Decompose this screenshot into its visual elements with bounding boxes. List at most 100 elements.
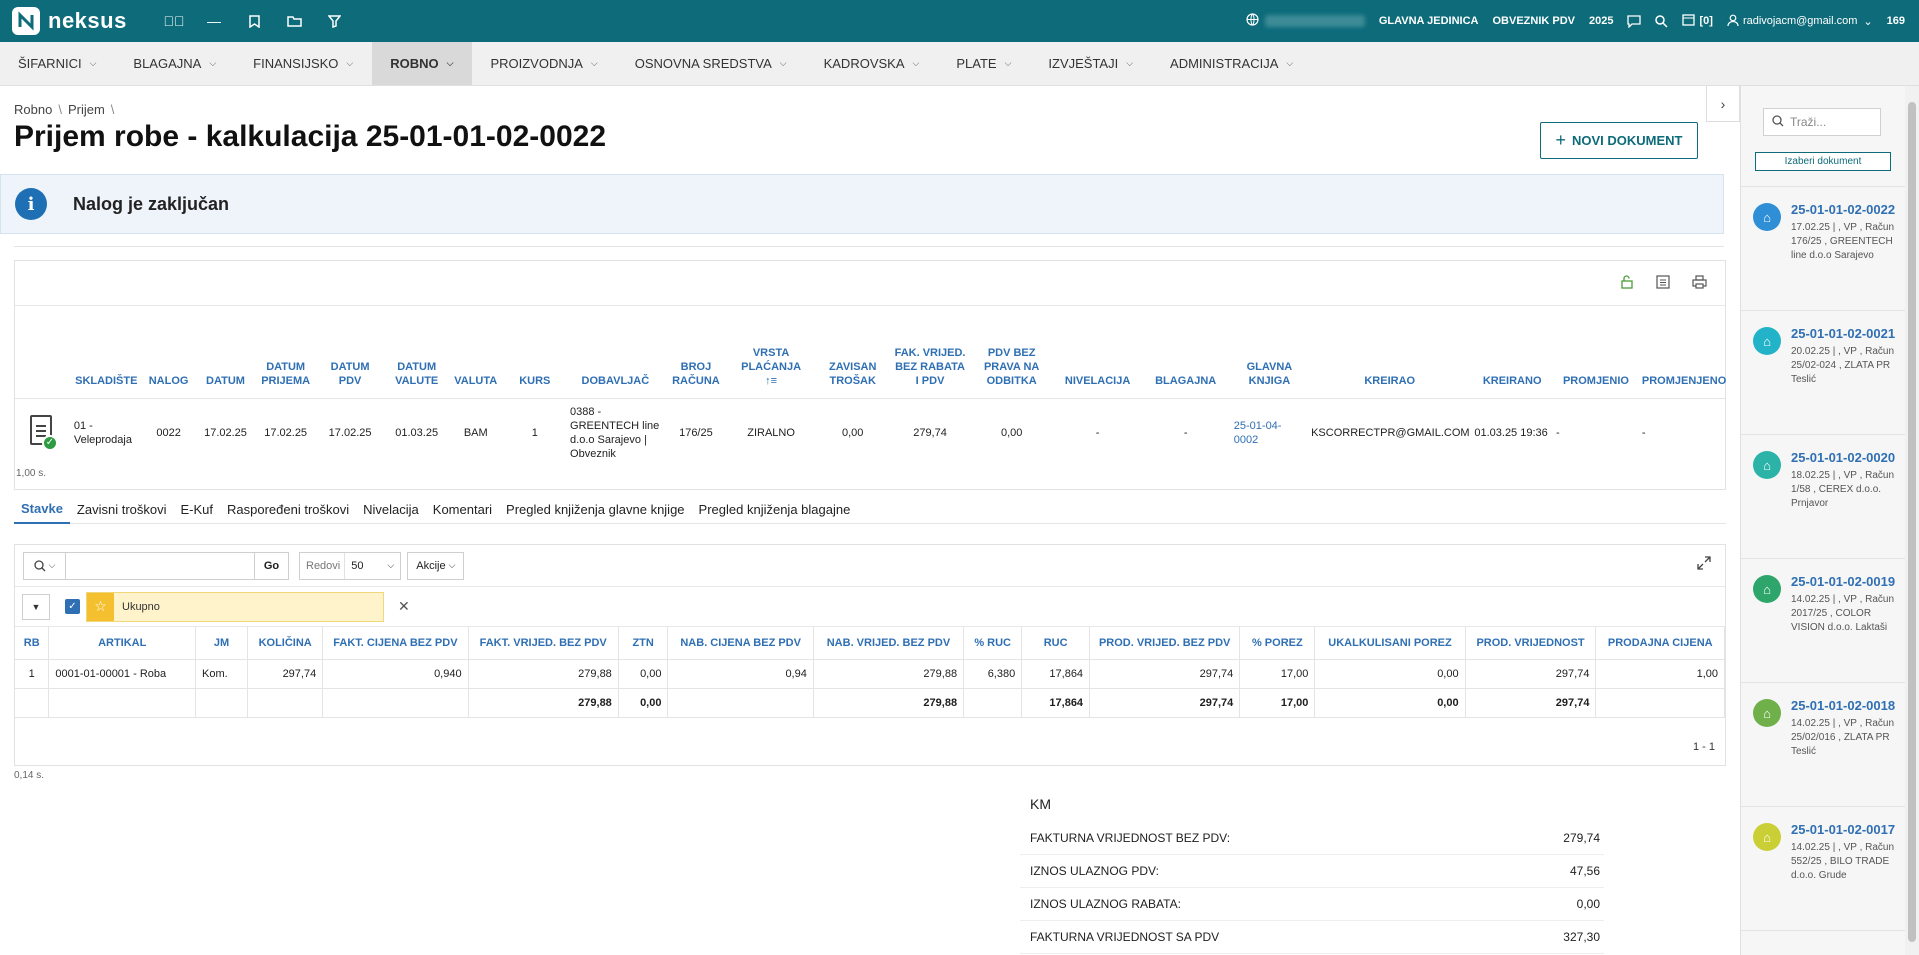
col-datum-prijema[interactable]: DATUM PRIJEMA xyxy=(255,306,316,399)
nav-sifarnici[interactable]: ŠIFARNICI ⌵ xyxy=(0,42,115,85)
print-icon[interactable] xyxy=(1687,271,1711,293)
col-fakt-vrijed[interactable]: FAKT. VRIJED. BEZ PDV xyxy=(468,627,619,660)
list-item-title[interactable]: 25-01-01-02-0017 xyxy=(1791,821,1897,838)
col-datum-valute[interactable]: DATUM VALUTE xyxy=(384,306,449,399)
col-kreirao[interactable]: KREIRAO xyxy=(1308,306,1472,399)
nav-kadrovska[interactable]: KADROVSKA ⌵ xyxy=(806,42,939,85)
choose-document-button[interactable]: Izaberi dokument xyxy=(1755,152,1891,171)
col-glavna-knjiga[interactable]: GLAVNA KNJIGA xyxy=(1230,306,1309,399)
list-item[interactable]: ⌂ 25-01-01-02-0020 18.02.25 | , VP , Raču… xyxy=(1741,435,1905,559)
breadcrumb-robno[interactable]: Robno xyxy=(14,102,52,117)
filter-toggle-button[interactable]: ▼ xyxy=(22,593,50,620)
col-kurs[interactable]: KURS xyxy=(502,306,568,399)
col-promjenjeno[interactable]: PROMJENJENO xyxy=(1638,306,1726,399)
nav-osnovna-sredstva[interactable]: OSNOVNA SREDSTVA ⌵ xyxy=(617,42,806,85)
nav-blagajna[interactable]: BLAGAJNA ⌵ xyxy=(115,42,235,85)
col-prodajna-cijena[interactable]: PRODAJNA CIJENA xyxy=(1595,627,1725,660)
col-skladiste[interactable]: SKLADIŠTE xyxy=(70,306,142,399)
col-ruc[interactable]: RUC xyxy=(1021,627,1091,660)
panel-search[interactable]: Traži... xyxy=(1763,108,1881,136)
breadcrumb-prijem[interactable]: Prijem xyxy=(68,102,105,117)
filter-enabled-checkbox[interactable]: ✓ xyxy=(65,599,80,614)
unlock-icon[interactable] xyxy=(1615,271,1639,293)
list-item[interactable]: ⌂ 25-01-01-02-0019 14.02.25 | , VP , Raču… xyxy=(1741,559,1905,683)
tab-komentari[interactable]: Komentari xyxy=(426,494,499,524)
rows-per-page[interactable]: Redovi 50 ⌵ xyxy=(299,551,402,580)
folder-icon[interactable] xyxy=(274,0,314,42)
list-item-title[interactable]: 25-01-01-02-0018 xyxy=(1791,697,1897,714)
go-button[interactable]: Go xyxy=(254,552,288,579)
saved-report-chip[interactable]: ☆ Ukupno xyxy=(86,591,384,622)
year-selector[interactable]: 2025 xyxy=(1589,15,1613,27)
col-valuta[interactable]: VALUTA xyxy=(448,306,503,399)
tab-nivelacija[interactable]: Nivelacija xyxy=(356,494,426,524)
col-porez-pct[interactable]: % POREZ xyxy=(1239,627,1316,660)
dropdown-box-icon[interactable]: ▾⃞ xyxy=(154,0,194,42)
list-icon[interactable] xyxy=(1651,271,1675,293)
rows-select[interactable]: 50 ⌵ xyxy=(344,552,400,579)
nav-izvjestaji[interactable]: IZVJEŠTAJI ⌵ xyxy=(1030,42,1152,85)
list-item-title[interactable]: 25-01-01-02-0021 xyxy=(1791,325,1897,342)
col-datum[interactable]: DATUM xyxy=(195,306,256,399)
list-item-title[interactable]: 25-01-01-02-0019 xyxy=(1791,573,1897,590)
col-kreirano[interactable]: KREIRANO xyxy=(1471,306,1553,399)
fullscreen-icon[interactable] xyxy=(1697,556,1711,573)
col-ztn[interactable]: ZTN xyxy=(618,627,669,660)
vat-status[interactable]: OBVEZNIK PDV xyxy=(1492,15,1575,27)
col-fakt-cijena[interactable]: FAKT. CIJENA BEZ PDV xyxy=(322,627,469,660)
col-prod-vrijednost[interactable]: PROD. VRIJEDNOST xyxy=(1465,627,1597,660)
table-row[interactable]: ✓ 01 - Veleprodaja 0022 17.02.25 17.02.2… xyxy=(15,398,1725,468)
col-jm[interactable]: JM xyxy=(195,627,249,660)
nav-finansijsko[interactable]: FINANSIJSKO ⌵ xyxy=(235,42,372,85)
tab-pregled-glavne-knjige[interactable]: Pregled knjiženja glavne knjige xyxy=(499,494,692,524)
col-pdv-bez-prava[interactable]: PDV BEZ PRAVA NA ODBITKA xyxy=(968,306,1055,399)
col-nab-vrijed[interactable]: NAB. VRIJED. BEZ PDV xyxy=(813,627,965,660)
collapse-panel-button[interactable]: › xyxy=(1706,86,1740,122)
tab-e-kuf[interactable]: E-Kuf xyxy=(174,494,221,524)
page-scrollbar[interactable] xyxy=(1905,86,1919,955)
col-promjenio[interactable]: PROMJENIO xyxy=(1552,306,1639,399)
close-icon[interactable]: ✕ xyxy=(398,598,410,615)
col-rb[interactable]: RB xyxy=(15,627,50,660)
nav-proizvodnja[interactable]: PROIZVODNJA ⌵ xyxy=(472,42,616,85)
list-item[interactable]: ⌂ 25-01-01-02-0018 14.02.25 | , VP , Raču… xyxy=(1741,683,1905,807)
notifications[interactable]: [0] xyxy=(1682,13,1713,29)
col-ruc-pct[interactable]: % RUC xyxy=(963,627,1023,660)
col-dobavljac[interactable]: DOBAVLJAČ xyxy=(567,306,664,399)
list-item[interactable]: ⌂ 25-01-01-02-0017 14.02.25 | , VP , Raču… xyxy=(1741,807,1905,931)
list-item[interactable]: ⌂ 25-01-01-02-0022 17.02.25 | , VP , Raču… xyxy=(1741,187,1905,311)
actions-menu-button[interactable]: Akcije ⌵ xyxy=(407,551,465,580)
list-item[interactable]: ⌂ 25-01-01-02-0021 20.02.25 | , VP , Raču… xyxy=(1741,311,1905,435)
org-unit[interactable]: GLAVNA JEDINICA xyxy=(1379,15,1479,27)
minimize-icon[interactable]: — xyxy=(194,0,234,42)
scrollbar-thumb[interactable] xyxy=(1908,102,1916,942)
col-ukalkulisani-porez[interactable]: UKALKULISANI POREZ xyxy=(1314,627,1466,660)
user-menu[interactable]: radivojacm@gmail.com ⌄ xyxy=(1727,14,1873,29)
document-locked-icon[interactable]: ✓ xyxy=(15,398,71,468)
tab-rasporedjeni-troskovi[interactable]: Raspoređeni troškovi xyxy=(220,494,356,524)
col-datum-pdv[interactable]: DATUM PDV xyxy=(315,306,385,399)
new-document-button[interactable]: + NOVI DOKUMENT xyxy=(1540,122,1698,159)
gl-link[interactable]: 25-01-04-0002 xyxy=(1231,398,1308,468)
nav-administracija[interactable]: ADMINISTRACIJA ⌵ xyxy=(1152,42,1312,85)
tab-pregled-blagajne[interactable]: Pregled knjiženja blagajne xyxy=(692,494,858,524)
nav-plate[interactable]: PLATE ⌵ xyxy=(938,42,1030,85)
list-item-title[interactable]: 25-01-01-02-0022 xyxy=(1791,201,1897,218)
search-icon[interactable] xyxy=(1655,14,1669,28)
app-logo[interactable]: neksus xyxy=(12,7,142,35)
col-nab-cijena[interactable]: NAB. CIJENA BEZ PDV xyxy=(667,627,814,660)
search-column-menu[interactable]: ⌵ xyxy=(24,552,66,579)
nav-robno[interactable]: ROBNO ⌵ xyxy=(372,42,473,85)
col-blagajna[interactable]: BLAGAJNA xyxy=(1140,306,1231,399)
col-fak-vrijed[interactable]: FAK. VRIJED. BEZ RABATA I PDV xyxy=(891,306,969,399)
col-nalog[interactable]: NALOG xyxy=(141,306,196,399)
tab-stavke[interactable]: Stavke xyxy=(14,494,70,524)
col-artikal[interactable]: ARTIKAL xyxy=(48,627,197,660)
col-broj-racuna[interactable]: BROJ RAČUNA xyxy=(663,306,729,399)
bookmark-icon[interactable] xyxy=(234,0,274,42)
chat-icon[interactable] xyxy=(1627,14,1642,28)
col-prod-vrijed-bez-pdv[interactable]: PROD. VRIJED. BEZ PDV xyxy=(1089,627,1241,660)
col-vrsta-placanja[interactable]: VRSTA PLAĆANJA ↑≡ xyxy=(728,306,815,399)
list-item-title[interactable]: 25-01-01-02-0020 xyxy=(1791,449,1897,466)
tab-zavisni-troskovi[interactable]: Zavisni troškovi xyxy=(70,494,174,524)
